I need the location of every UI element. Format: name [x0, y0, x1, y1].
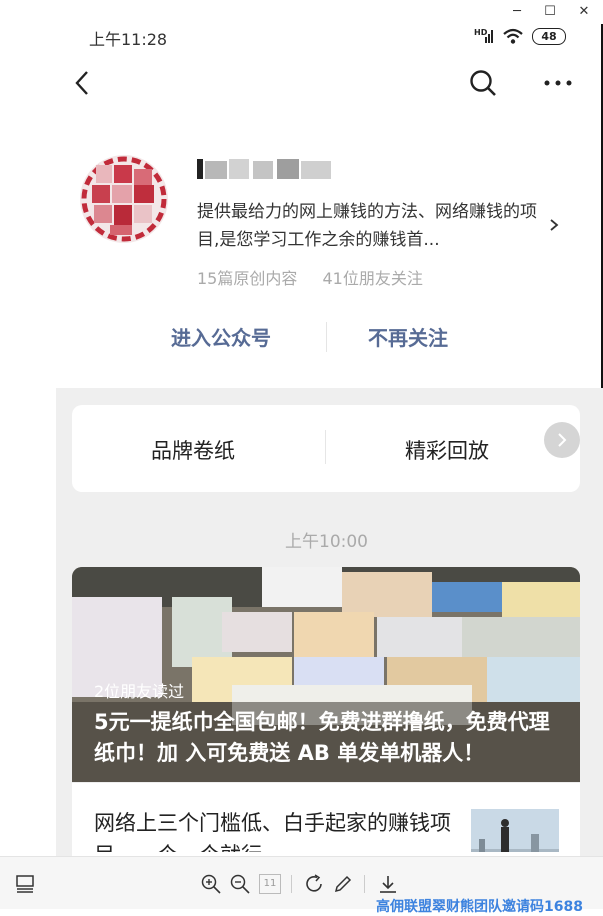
- menu-item-replay[interactable]: 精彩回放: [405, 435, 489, 465]
- page-number-field[interactable]: 11: [259, 874, 281, 894]
- article-card[interactable]: 2位朋友读过 5元一提纸巾全国包邮！免费进群撸纸，免费代理纸巾！加 入可免费送 …: [72, 567, 580, 867]
- status-time: 上午11:28: [89, 30, 168, 49]
- maximize-button[interactable]: ☐: [539, 2, 561, 22]
- next-article-row[interactable]: 网络上三个门槛低、白手起家的赚钱项目，一个一个就行: [72, 782, 580, 852]
- divider: [325, 430, 326, 464]
- more-options-icon[interactable]: [540, 72, 576, 94]
- friends-read-label: 2位朋友读过: [94, 682, 185, 701]
- account-menu-card: [72, 405, 580, 492]
- menu-item-brand-tissue[interactable]: 品牌卷纸: [151, 435, 235, 465]
- minimize-button[interactable]: ─: [506, 2, 528, 22]
- rotate-icon[interactable]: [303, 873, 325, 895]
- account-avatar[interactable]: [80, 155, 168, 243]
- divider: [364, 875, 365, 893]
- next-article-thumbnail[interactable]: [471, 809, 559, 852]
- divider: [291, 875, 292, 893]
- message-timestamp: 上午10:00: [285, 532, 368, 552]
- next-article-title[interactable]: 网络上三个门槛低、白手起家的赚钱项目，一个一个就行: [94, 807, 454, 852]
- chevron-right-icon[interactable]: [545, 212, 563, 238]
- search-icon[interactable]: [468, 68, 498, 98]
- chevron-right-icon: [558, 433, 567, 447]
- original-articles-count: 15篇原创内容: [197, 269, 298, 288]
- unfollow-button[interactable]: 不再关注: [368, 322, 448, 351]
- zoom-in-icon[interactable]: [200, 873, 222, 895]
- enter-account-button[interactable]: 进入公众号: [171, 322, 271, 351]
- zoom-out-icon[interactable]: [229, 873, 251, 895]
- menu-scroll-button[interactable]: [544, 422, 580, 458]
- wifi-icon: [503, 28, 523, 44]
- thumbnails-icon[interactable]: [14, 873, 36, 895]
- download-icon[interactable]: [377, 873, 399, 895]
- friends-following-count: 41位朋友关注: [322, 269, 423, 288]
- divider: [326, 322, 327, 352]
- pen-icon[interactable]: [332, 873, 354, 895]
- battery-indicator: 48: [532, 28, 566, 45]
- back-arrow-icon[interactable]: [70, 68, 96, 98]
- account-name-blurred: [197, 157, 337, 181]
- article-title[interactable]: 5元一提纸巾全国包邮！免费进群撸纸，免费代理纸巾！加 入可免费送 AB 单发单机…: [94, 707, 564, 769]
- account-stats: 15篇原创内容 41位朋友关注: [197, 265, 443, 289]
- account-description[interactable]: 提供最给力的网上赚钱的方法、网络赚钱的项目,是您学习工作之余的赚钱首...: [197, 198, 552, 254]
- signal-icon: HD: [474, 28, 494, 44]
- close-window-button[interactable]: ✕: [573, 2, 595, 22]
- watermark-text: 高佣联盟翠财熊团队邀请码1688: [376, 899, 583, 915]
